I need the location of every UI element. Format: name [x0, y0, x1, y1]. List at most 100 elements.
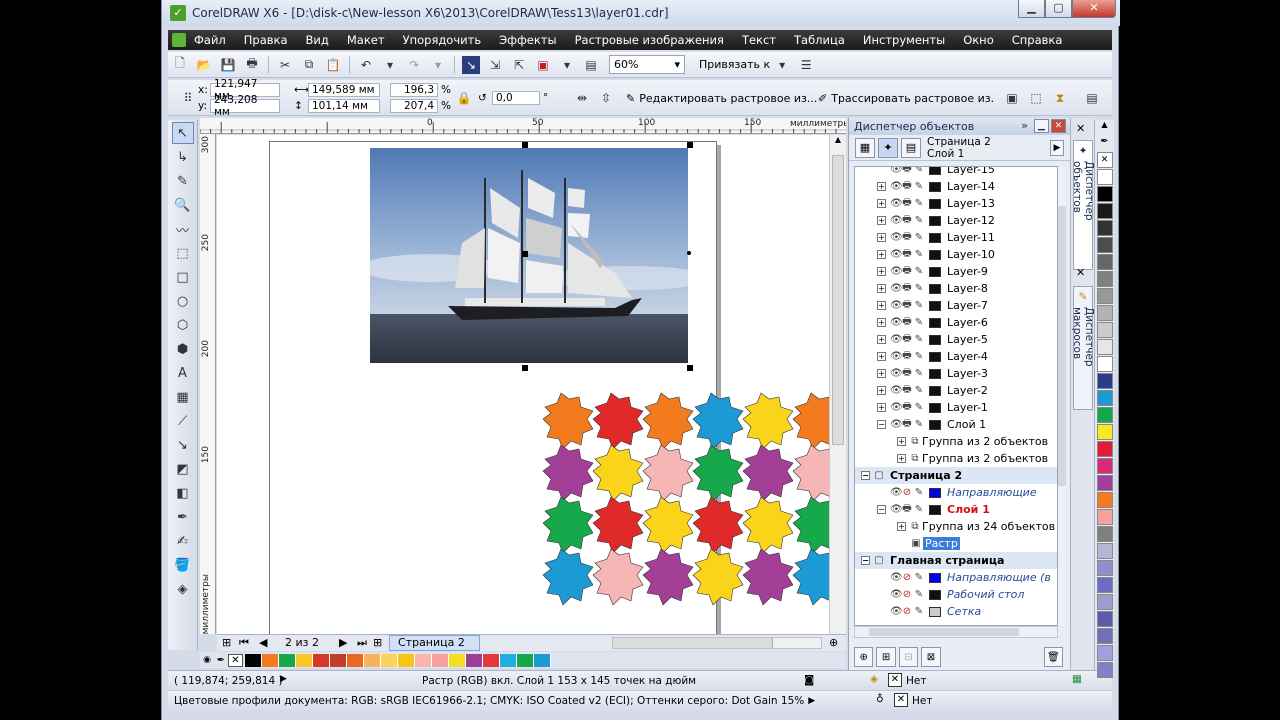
zoom-level-select[interactable]: 60% ▾	[609, 55, 685, 74]
color-swatch[interactable]	[1096, 390, 1113, 406]
freehand-tool-icon[interactable]: 〰	[172, 218, 194, 240]
lock-ratio-icon[interactable]: 🔒	[455, 89, 473, 107]
edit-pencil-icon[interactable]: ✎	[914, 504, 924, 515]
maximize-button[interactable]: ▢	[1045, 0, 1072, 18]
printer-icon[interactable]: 🖶	[902, 246, 912, 263]
bitmap-mask-icon[interactable]: ⧗	[1051, 89, 1069, 107]
printer-icon[interactable]: 🖶	[902, 229, 912, 246]
scroll-thumb[interactable]	[869, 628, 1019, 636]
color-swatch[interactable]	[466, 653, 483, 667]
edit-pencil-icon[interactable]: ✎	[914, 487, 924, 498]
color-swatch[interactable]	[1096, 424, 1113, 440]
cut-icon[interactable]: ✂	[276, 56, 294, 74]
edit-pencil-icon[interactable]: ✎	[914, 300, 924, 311]
polygon-tool-icon[interactable]: ⬡	[172, 314, 194, 336]
macro-manager-tab[interactable]: ✎ Диспетчер макросов	[1071, 286, 1095, 410]
menu-text[interactable]: Текст	[742, 33, 776, 47]
menu-arrange[interactable]: Упорядочить	[403, 33, 482, 47]
palette-options-icon[interactable]: ◉	[200, 655, 214, 665]
color-swatch[interactable]	[1096, 594, 1113, 610]
layer-color-swatch[interactable]	[929, 317, 941, 328]
pick-tool-icon[interactable]: ↖	[171, 122, 194, 144]
tree-page-item[interactable]: − ▢ Главная страница	[855, 552, 1057, 569]
color-swatch[interactable]	[1096, 322, 1113, 338]
visibility-eye-icon[interactable]: 👁	[890, 215, 903, 226]
minimize-button[interactable]: ▁	[1018, 0, 1045, 18]
tree-layer-item[interactable]: + 👁 🖶 ✎ Layer-7	[855, 297, 1057, 314]
menu-file[interactable]: Файл	[194, 33, 226, 47]
edit-pencil-icon[interactable]: ✎	[914, 589, 924, 600]
printer-icon[interactable]: 🖶	[902, 501, 912, 518]
tree-layer-item[interactable]: + 👁 🖶 ✎ Layer-11	[855, 229, 1057, 246]
printer-icon[interactable]: 🖶	[902, 365, 912, 382]
layer-color-swatch[interactable]	[929, 334, 941, 345]
color-swatch[interactable]	[1096, 339, 1113, 355]
expand-icon[interactable]: +	[877, 352, 886, 361]
print-icon[interactable]: 🖶	[243, 56, 261, 74]
printer-icon[interactable]: 🖶	[902, 167, 912, 178]
canvas-horizontal-scrollbar[interactable]	[612, 637, 822, 649]
layer-color-swatch[interactable]	[929, 572, 941, 583]
color-swatch[interactable]	[279, 653, 296, 667]
printer-icon[interactable]: 🖶	[902, 280, 912, 297]
add-page-icon[interactable]: ⊞	[222, 636, 231, 649]
color-swatch[interactable]	[1096, 509, 1113, 525]
no-outline-swatch[interactable]: ✕	[894, 693, 908, 707]
next-page-icon[interactable]: ▶	[339, 636, 347, 649]
docker-close-button[interactable]: ✕	[1051, 119, 1066, 133]
menu-table[interactable]: Таблица	[794, 33, 845, 47]
color-swatch[interactable]	[1096, 560, 1113, 576]
color-swatch[interactable]	[1096, 203, 1113, 219]
expand-icon[interactable]: +	[877, 403, 886, 412]
menu-bitmaps[interactable]: Растровые изображения	[575, 33, 724, 47]
edit-pencil-icon[interactable]: ✎	[914, 572, 924, 583]
printer-icon[interactable]: 🖶	[902, 348, 912, 365]
visibility-eye-icon[interactable]: 👁	[890, 266, 903, 277]
tree-bitmap-item[interactable]: ▣ Растр	[855, 535, 1057, 552]
edit-pencil-icon[interactable]: ✎	[914, 215, 924, 226]
layer-color-swatch[interactable]	[929, 215, 941, 226]
shape-tool-icon[interactable]: ↳	[172, 146, 194, 168]
color-swatch[interactable]	[1096, 526, 1113, 542]
visibility-eye-icon[interactable]: 👁	[890, 351, 903, 362]
color-proof-icon[interactable]: ◙	[804, 674, 814, 686]
save-icon[interactable]: 💾	[219, 56, 237, 74]
zoom-navigator-icon[interactable]: ⊕	[829, 636, 838, 649]
color-swatch[interactable]	[1096, 543, 1113, 559]
tree-layer-item[interactable]: 👁 ⊘ ✎ Направляющие	[855, 484, 1057, 501]
visibility-eye-icon[interactable]: 👁	[890, 300, 903, 311]
selection-handle[interactable]	[687, 365, 693, 371]
crop-bitmap-icon[interactable]: ▣	[1003, 89, 1021, 107]
visibility-eye-icon[interactable]: 👁	[890, 334, 903, 345]
visibility-eye-icon[interactable]: 👁	[890, 198, 903, 209]
menu-tools[interactable]: Инструменты	[863, 33, 945, 47]
layer-color-swatch[interactable]	[929, 351, 941, 362]
expand-icon[interactable]: +	[877, 216, 886, 225]
selection-handle[interactable]	[687, 142, 693, 148]
expand-icon[interactable]: +	[877, 267, 886, 276]
edit-pencil-icon[interactable]: ✎	[914, 249, 924, 260]
color-swatch[interactable]	[500, 653, 517, 667]
resample-icon[interactable]: ⬚	[1027, 89, 1045, 107]
undo-icon[interactable]: ↶	[357, 56, 375, 74]
color-swatch[interactable]	[1096, 220, 1113, 236]
menu-window[interactable]: Окно	[963, 33, 994, 47]
new-master-layer-odd-icon[interactable]: ⊟	[898, 647, 919, 667]
tree-group-item[interactable]: + ⧉ Группа из 24 объектов	[855, 518, 1057, 535]
color-swatch[interactable]	[1096, 186, 1113, 202]
color-profiles-text[interactable]: Цветовые профили документа: RGB: sRGB IE…	[174, 695, 804, 707]
close-button[interactable]: ✕	[1072, 0, 1116, 18]
color-swatch[interactable]	[415, 653, 432, 667]
redo-icon[interactable]: ↷	[405, 56, 423, 74]
tree-vertical-scrollbar[interactable]	[1058, 166, 1066, 626]
visibility-eye-icon[interactable]: 👁	[890, 402, 903, 413]
import-icon[interactable]: ⇲	[486, 56, 504, 74]
tree-group-item[interactable]: + ⧉ Группа из 2 объектов	[855, 450, 1057, 467]
expand-icon[interactable]: +	[877, 182, 886, 191]
dimension-tool-icon[interactable]: ⟋	[172, 410, 194, 432]
no-fill-swatch[interactable]: ✕	[888, 673, 902, 687]
page-tab[interactable]: Страница 2	[389, 635, 480, 651]
options-icon[interactable]: ☰	[797, 56, 815, 74]
layer-color-swatch[interactable]	[929, 589, 941, 600]
color-swatch[interactable]	[1096, 254, 1113, 270]
